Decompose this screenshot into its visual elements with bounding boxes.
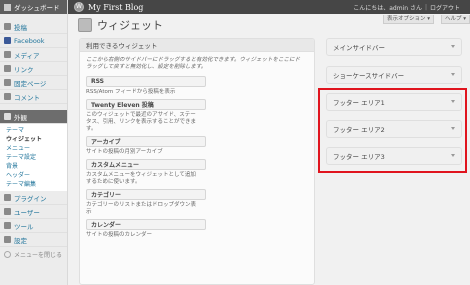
menu-item-media[interactable]: メディア [0,48,67,62]
collapse-label: メニューを閉じる [14,251,63,259]
widget-categories[interactable]: カテゴリー [86,189,206,200]
appearance-icon [4,113,11,120]
menu-label: コメント [14,93,40,102]
sidebar-title: ショーケースサイドバー [333,72,405,80]
menu-item-links[interactable]: リンク [0,62,67,76]
menu-item-dashboard[interactable]: ダッシュボード [0,0,67,14]
collapse-menu-button[interactable]: メニューを閉じる [0,247,67,261]
menu-item-facebook[interactable]: Facebook [0,34,67,48]
menu-item-posts[interactable]: 投稿 [0,20,67,34]
menu-label: 固定ページ [14,79,47,88]
help-button[interactable]: ヘルプ ▾ [441,15,470,24]
submenu-header[interactable]: ヘッダー [6,171,67,180]
widget-description: サイトの投稿のカレンダー [86,232,153,238]
dashboard-icon [4,3,11,11]
menu-label: Facebook [14,36,45,45]
submenu-editor[interactable]: テーマ編集 [6,180,67,189]
media-icon [4,51,11,58]
menu-label: ユーザー [14,208,40,217]
page-header: ウィジェット [78,17,163,33]
chevron-down-icon[interactable] [451,45,455,48]
facebook-icon [4,37,11,44]
menu-item-users[interactable]: ユーザー [0,205,67,219]
menu-item-tools[interactable]: ツール [0,219,67,233]
comment-icon [4,93,11,100]
menu-item-settings[interactable]: 設定 [0,233,67,247]
pin-icon [4,23,11,30]
menu-item-comments[interactable]: コメント [0,90,67,104]
available-widgets-panel: 利用できるウィジェット ここから右側のサイドバーにドラッグすると有効化できます。… [79,38,315,285]
submenu-theme-options[interactable]: テーマ設定 [6,153,67,162]
menu-label: プラグイン [14,194,47,203]
settings-icon [4,236,11,243]
widget-description: カテゴリーのリストまたはドロップダウン表示 [86,202,197,215]
plugin-icon [4,194,11,201]
widget-description: カスタムメニューをウィジェットとして追加するために使います。 [86,172,196,185]
menu-label: リンク [14,65,34,74]
blog-title[interactable]: My First Blog [88,3,143,12]
sidebar-showcase[interactable]: ショーケースサイドバー [326,66,462,84]
users-icon [4,208,11,215]
appearance-page-icon [78,18,92,32]
widget-item: Twenty Eleven 投稿 このウィジェットで最近のアサイド、ステータス、… [86,99,314,133]
submenu-background[interactable]: 背景 [6,162,67,171]
chevron-down-icon[interactable] [451,73,455,76]
sidebar-main[interactable]: メインサイドバー [326,38,462,56]
menu-label: 投稿 [14,23,27,32]
widget-description: RSS/Atom フィードから投稿を表示 [86,89,176,95]
page-title: ウィジェット [97,19,163,32]
widget-custom-menu[interactable]: カスタムメニュー [86,159,206,170]
widget-item: カテゴリー カテゴリーのリストまたはドロップダウン表示 [86,189,314,216]
menu-item-plugins[interactable]: プラグイン [0,191,67,205]
tools-icon [4,222,11,229]
user-info: こんにちは、admin さん | ログアウト [353,3,460,12]
widget-archives[interactable]: アーカイブ [86,136,206,147]
available-widgets-description: ここから右側のサイドバーにドラッグすると有効化できます。ウィジェットをここにドラ… [86,57,300,70]
menu-label: メディア [14,51,40,60]
widget-item: アーカイブ サイトの投稿の月別アーカイブ [86,136,314,156]
page-icon [4,79,11,86]
collapse-icon [4,250,11,258]
footer-areas-highlight [318,88,467,173]
submenu-themes[interactable]: テーマ [6,126,67,135]
widget-description: このウィジェットで最近のアサイド、ステータス、引用、リンクを表示することができま… [86,112,197,132]
available-widgets-heading[interactable]: 利用できるウィジェット [80,39,314,52]
widget-item: カスタムメニュー カスタムメニューをウィジェットとして追加するために使います。 [86,159,314,186]
menu-label: ツール [14,222,34,231]
widget-twentyeleven-posts[interactable]: Twenty Eleven 投稿 [86,99,206,110]
admin-menu: ダッシュボード 投稿 Facebook メディア リンク 固定ページ コメント … [0,0,68,285]
submenu-widgets[interactable]: ウィジェット [6,135,67,144]
widget-calendar[interactable]: カレンダー [86,219,206,230]
wordpress-logo-icon: W [74,2,84,12]
menu-label: ダッシュボード [14,4,60,12]
submenu-menus[interactable]: メニュー [6,144,67,153]
greeting[interactable]: こんにちは、admin さん [353,3,422,12]
menu-item-appearance[interactable]: 外観 [0,110,67,124]
site-name: W My First Blog [68,0,143,14]
widget-item: カレンダー サイトの投稿のカレンダー [86,219,314,239]
appearance-submenu: テーマ ウィジェット メニュー テーマ設定 背景 ヘッダー テーマ編集 [0,124,67,191]
widget-rss[interactable]: RSS [86,76,206,87]
sidebar-title: メインサイドバー [333,44,385,52]
admin-bar: W My First Blog こんにちは、admin さん | ログアウト [68,0,470,14]
menu-label: 外観 [14,113,27,122]
screen-options-button[interactable]: 表示オプション ▾ [383,15,435,24]
menu-item-pages[interactable]: 固定ページ [0,76,67,90]
widget-description: サイトの投稿の月別アーカイブ [86,149,163,155]
logout-link[interactable]: ログアウト [430,3,460,12]
menu-label: 設定 [14,236,27,245]
widget-item: RSS RSS/Atom フィードから投稿を表示 [86,76,314,96]
link-icon [4,65,11,72]
